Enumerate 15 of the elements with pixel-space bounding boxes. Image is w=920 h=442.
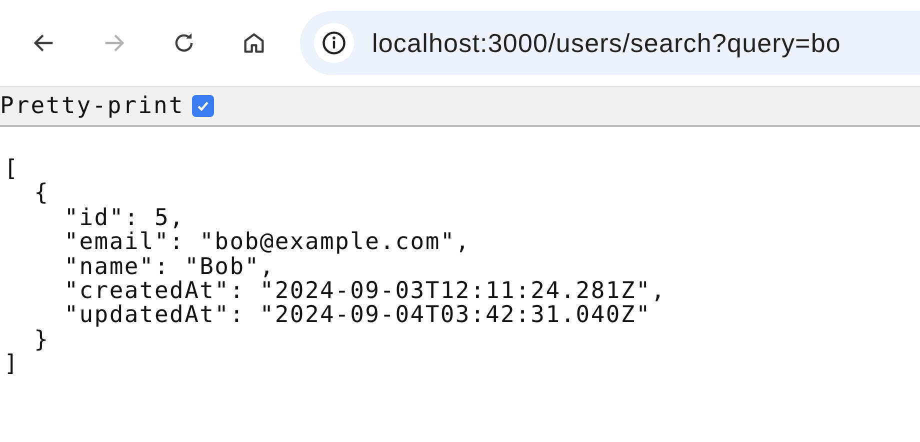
json-line: "updatedAt": "2024-09-04T03:42:31.040Z" bbox=[63, 303, 652, 328]
info-icon bbox=[321, 30, 347, 56]
pretty-print-checkbox[interactable] bbox=[192, 95, 214, 117]
json-line: ] bbox=[4, 352, 20, 377]
json-line: } bbox=[33, 328, 50, 352]
json-line: "name": "Bob", bbox=[63, 254, 275, 280]
json-line: "createdAt": "2024-09-03T12:11:24.281Z", bbox=[63, 279, 666, 304]
url-text: localhost:3000/users/search?query=bo bbox=[372, 28, 841, 58]
pretty-print-label: Pretty-print bbox=[0, 93, 184, 119]
json-line: "email": "bob@example.com", bbox=[63, 230, 470, 255]
json-line: [ bbox=[4, 157, 20, 182]
site-info-button[interactable] bbox=[314, 23, 354, 63]
json-line: "id": 5, bbox=[63, 206, 185, 230]
json-line: { bbox=[33, 181, 50, 206]
address-bar[interactable]: localhost:3000/users/search?query=bo bbox=[300, 11, 920, 75]
